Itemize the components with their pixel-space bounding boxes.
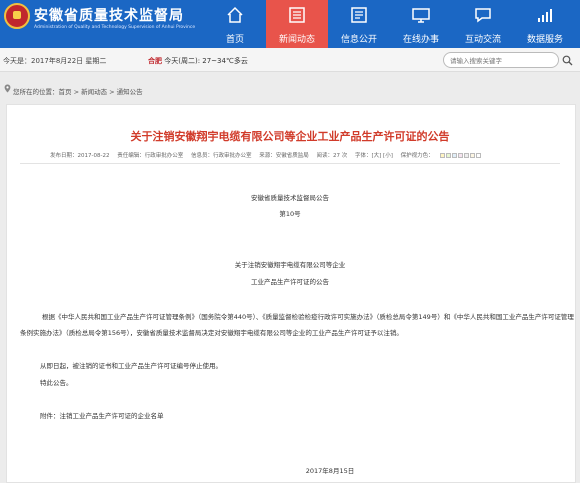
emblem-logo xyxy=(4,3,30,29)
color-swatch[interactable] xyxy=(451,153,457,158)
search-icon[interactable] xyxy=(562,55,573,66)
color-swatch[interactable] xyxy=(463,153,469,158)
search-box[interactable] xyxy=(443,52,559,68)
announcement-number: 第10号 xyxy=(279,210,301,218)
announcement-body: 根据《中华人民共和国工业产品生产许可证管理条例》（国务院令第440号）、《质量监… xyxy=(20,313,574,337)
announcement-subject-line2: 工业产品生产许可证的公告 xyxy=(251,278,329,286)
weather-city: 合肥 xyxy=(148,57,162,65)
meta-date: 发布日期：2017-08-22 xyxy=(50,153,110,159)
site-header: 安徽省质量技术监督局 Administration of Quality and… xyxy=(0,0,580,48)
announcement-subject-line1: 关于注销安徽翔宇电缆有限公司等企业 xyxy=(234,261,346,269)
color-swatch[interactable] xyxy=(445,153,451,158)
nav-item-news[interactable]: 新闻动态 xyxy=(266,0,328,48)
chart-icon xyxy=(538,9,552,22)
meta-views: 阅读：27 次 xyxy=(316,153,348,159)
meta-editor: 责任编辑：行政审批办公室 xyxy=(117,153,184,159)
weather-text: 今天(周二): 27~34℃多云 xyxy=(164,57,248,65)
article-panel xyxy=(6,104,576,483)
chat-icon xyxy=(475,8,491,23)
protect-eye-swatches[interactable] xyxy=(439,153,482,159)
color-swatch[interactable] xyxy=(469,153,475,158)
article-title: 关于注销安徽翔宇电缆有限公司等企业工业产品生产许可证的公告 xyxy=(130,130,450,143)
announcement-closing: 特此公告。 xyxy=(40,379,73,387)
nav-label: 新闻动态 xyxy=(278,35,315,45)
nav-item-interact[interactable]: 互动交流 xyxy=(452,0,514,48)
meta-info: 信息员：行政审批办公室 xyxy=(190,153,252,159)
current-date: 今天是：2017年8月22日 星期二 xyxy=(3,57,107,65)
list-icon xyxy=(351,7,367,23)
sign-date: 2017年8月15日 xyxy=(305,467,355,475)
monitor-icon xyxy=(412,8,430,23)
nav-item-info[interactable]: 信息公开 xyxy=(328,0,390,48)
color-swatch[interactable] xyxy=(475,153,481,158)
info-bar: 今天是：2017年8月22日 星期二 合肥 今天(周二): 27~34℃多云 xyxy=(0,48,580,72)
nav-label: 数据服务 xyxy=(526,35,563,45)
home-icon xyxy=(227,6,243,23)
attachment-link[interactable]: 附件：注销工业产品生产许可证的企业名单 xyxy=(40,408,570,424)
nav-label: 首页 xyxy=(225,35,244,45)
nav-label: 互动交流 xyxy=(464,35,501,45)
font-size-control[interactable]: 字体：[大] [小] xyxy=(355,153,393,159)
breadcrumb-text[interactable]: 您所在的位置：首页 > 新闻动态 > 通知公告 xyxy=(13,86,143,96)
main-nav: 首页 新闻动态 信息公开 在线办事 互动交流 数据服务 xyxy=(204,0,576,48)
color-swatch[interactable] xyxy=(439,153,445,158)
breadcrumb: 您所在的位置：首页 > 新闻动态 > 通知公告 xyxy=(0,84,580,100)
nav-item-online[interactable]: 在线办事 xyxy=(390,0,452,48)
article-meta: 发布日期：2017-08-22 责任编辑：行政审批办公室 信息员：行政审批办公室… xyxy=(50,151,485,159)
weather-info: 合肥 今天(周二): 27~34℃多云 xyxy=(148,56,248,66)
nav-label: 信息公开 xyxy=(340,35,377,45)
search-input[interactable] xyxy=(450,55,538,66)
site-title[interactable]: 安徽省质量技术监督局 xyxy=(34,5,184,25)
protect-eye-label: 保护视力色： xyxy=(400,153,434,159)
color-swatch[interactable] xyxy=(457,153,463,158)
announcement-org: 安徽省质量技术监督局公告 xyxy=(251,194,329,202)
nav-item-home[interactable]: 首页 xyxy=(204,0,266,48)
title-divider xyxy=(20,163,560,164)
nav-label: 在线办事 xyxy=(402,35,439,45)
location-pin-icon xyxy=(4,84,11,93)
meta-source: 来源：安徽省质监局 xyxy=(259,153,309,159)
nav-item-data[interactable]: 数据服务 xyxy=(514,0,576,48)
announcement-line2: 从即日起，被注销的证书和工业产品生产许可证编号停止使用。 xyxy=(40,362,222,370)
news-icon xyxy=(289,7,305,23)
site-subtitle: Administration of Quality and Technology… xyxy=(34,25,196,30)
